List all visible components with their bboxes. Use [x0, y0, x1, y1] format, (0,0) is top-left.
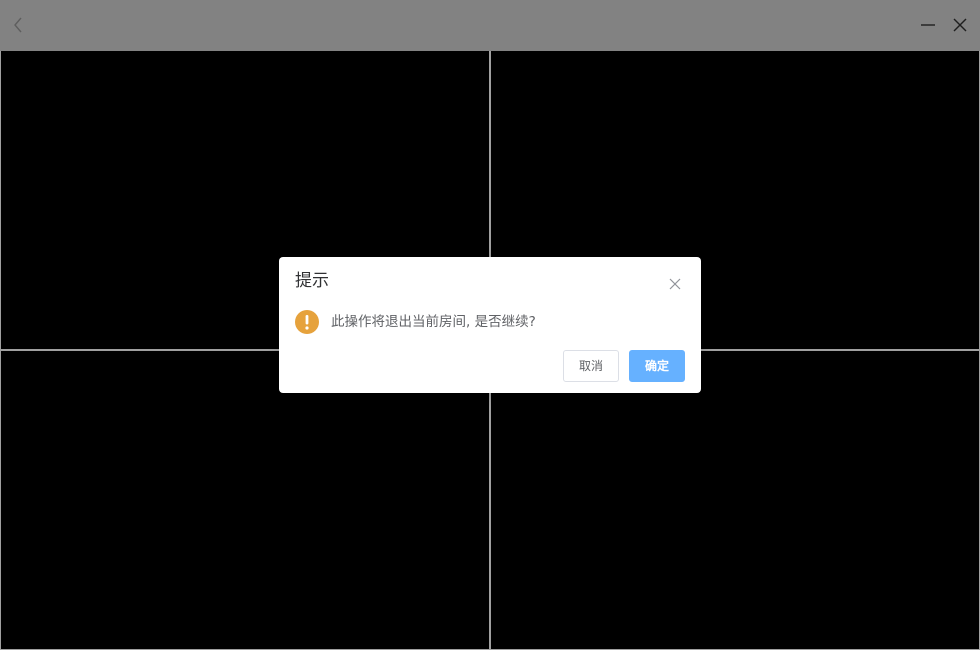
cancel-button[interactable]: 取消 — [563, 350, 619, 382]
confirm-button[interactable]: 确定 — [629, 350, 685, 382]
warning-icon — [295, 310, 319, 334]
confirm-dialog: 提示 此操作将退出当前房间, 是否继续? 取消 确定 — [279, 257, 701, 393]
close-icon[interactable] — [950, 15, 970, 35]
dialog-message: 此操作将退出当前房间, 是否继续? — [331, 314, 536, 330]
minimize-icon[interactable] — [918, 15, 938, 35]
video-tile — [1, 351, 489, 649]
window-titlebar — [0, 0, 980, 51]
chevron-left-icon[interactable] — [10, 15, 28, 35]
video-tile — [491, 351, 979, 649]
dialog-title: 提示 — [295, 271, 329, 291]
dialog-close-icon[interactable] — [668, 277, 682, 291]
